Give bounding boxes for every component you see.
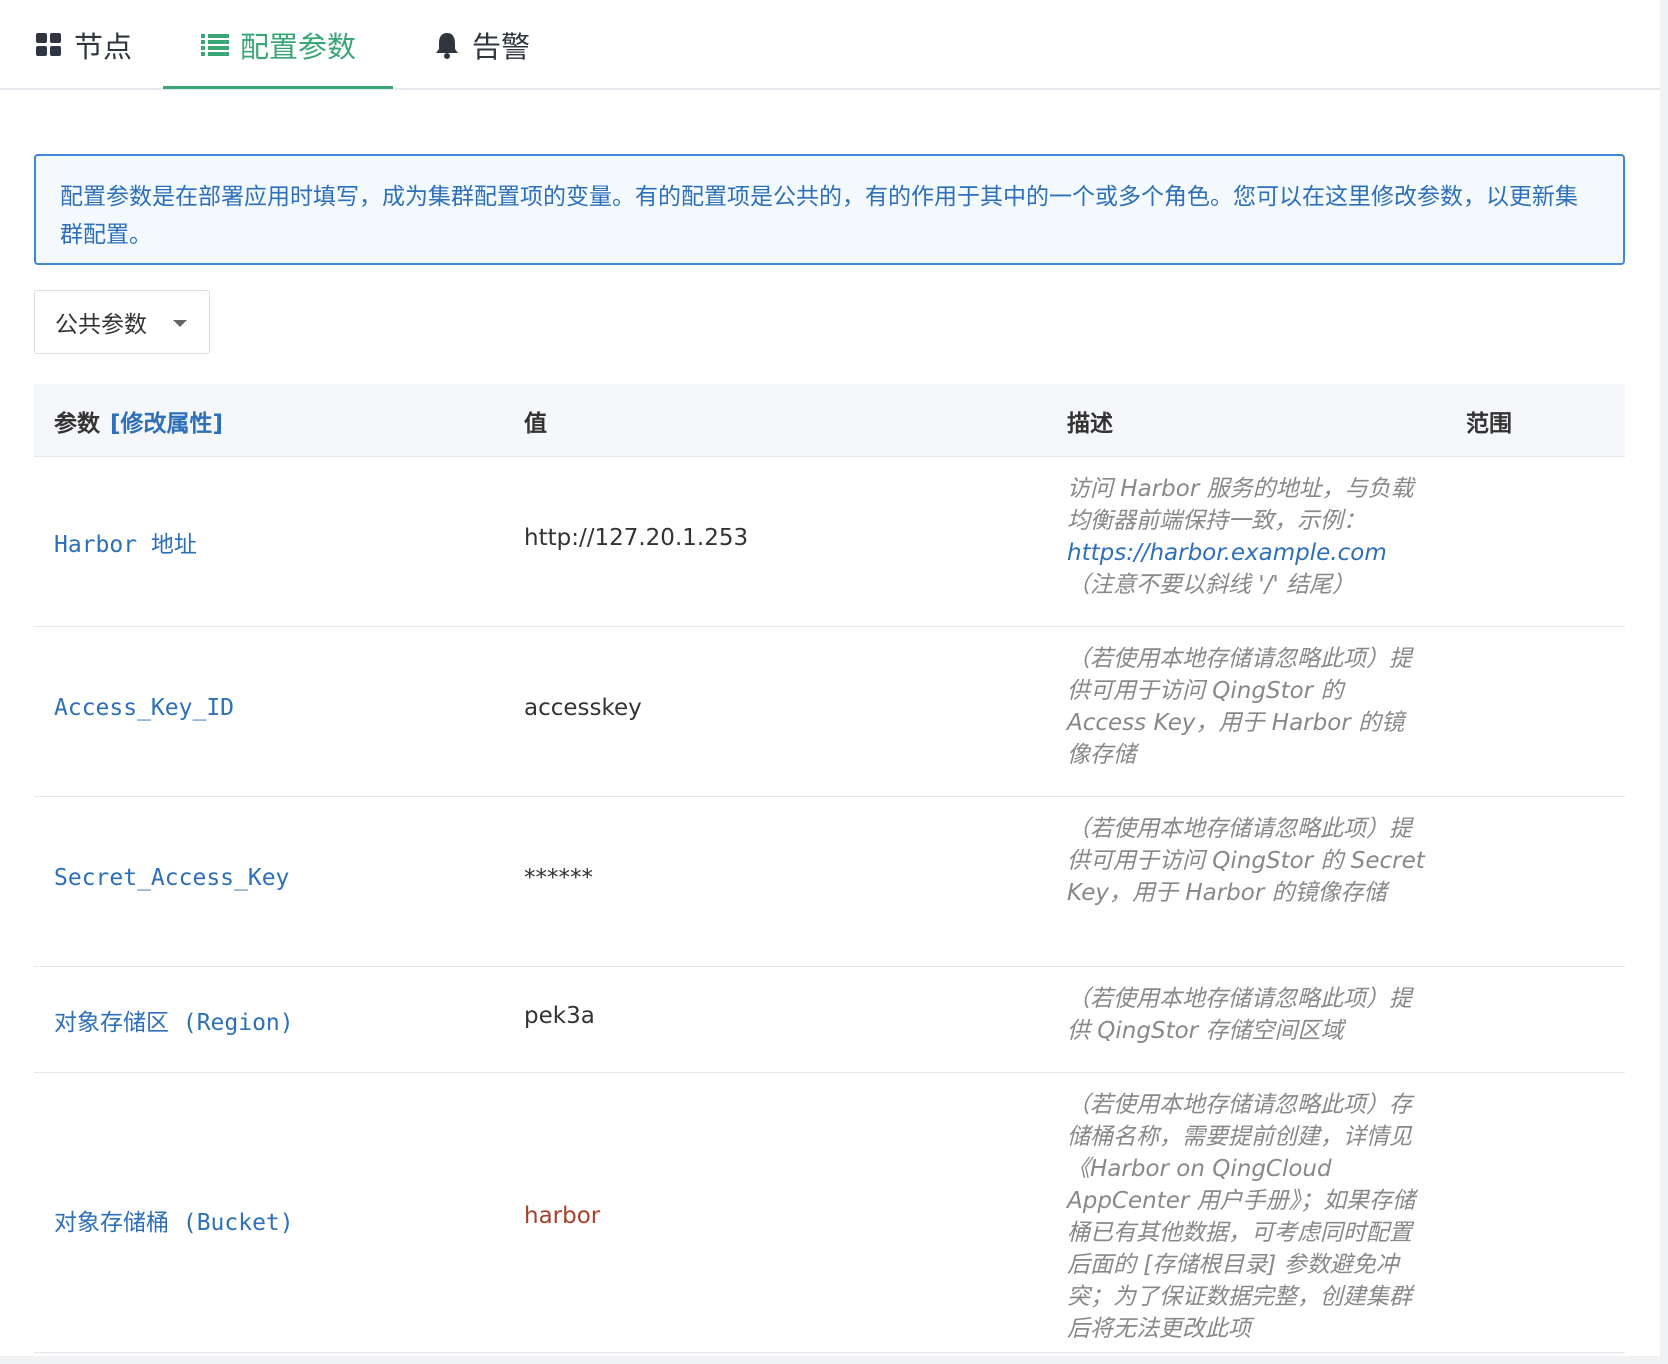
tab-bar: 节点 配置参数 告警 (0, 0, 1668, 90)
param-scope-select[interactable]: 公共参数 (34, 290, 210, 354)
param-value: ****** (524, 865, 593, 891)
bell-icon (432, 30, 462, 60)
param-value: harbor (524, 1203, 601, 1229)
header-param: 参数 [修改属性] (54, 384, 223, 457)
config-table: 参数 [修改属性] 值 描述 范围 Harbor 地址 http://127.2… (34, 384, 1625, 1353)
tab-alerts[interactable]: 告警 (432, 0, 530, 90)
tab-nodes-label: 节点 (74, 30, 133, 64)
info-banner: 配置参数是在部署应用时填写，成为集群配置项的变量。有的配置项是公共的，有的作用于… (34, 154, 1625, 265)
param-name[interactable]: Secret_Access_Key (54, 865, 289, 891)
tab-alerts-label: 告警 (472, 30, 531, 64)
list-icon (200, 30, 230, 60)
table-row: Harbor 地址 http://127.20.1.253 访问 Harbor … (34, 457, 1625, 627)
header-desc: 描述 (1067, 410, 1113, 437)
active-tab-indicator (163, 86, 393, 89)
param-value: pek3a (524, 1003, 595, 1029)
horizontal-scrollbar[interactable] (0, 1356, 1668, 1364)
modify-attributes-link[interactable]: [修改属性] (110, 404, 223, 438)
param-name[interactable]: 对象存储桶 (Bucket) (54, 1203, 294, 1237)
param-desc: （若使用本地存储请忽略此项）提供可用于访问 QingStor 的 Secret … (1067, 816, 1425, 906)
param-name[interactable]: 对象存储区 (Region) (54, 1003, 294, 1037)
param-desc: （若使用本地存储请忽略此项）存储桶名称，需要提前创建，详情见《Harbor on… (1067, 1092, 1416, 1342)
grid-icon (34, 30, 64, 60)
table-header: 参数 [修改属性] 值 描述 范围 (34, 384, 1625, 457)
param-desc: （若使用本地存储请忽略此项）提供可用于访问 QingStor 的 Access … (1067, 646, 1412, 768)
table-row: Access_Key_ID accesskey （若使用本地存储请忽略此项）提供… (34, 627, 1625, 797)
tab-config-params-label: 配置参数 (240, 30, 357, 64)
table-row: Secret_Access_Key ****** （若使用本地存储请忽略此项）提… (34, 797, 1625, 967)
param-name[interactable]: Harbor 地址 (54, 525, 197, 559)
caret-down-icon (173, 320, 187, 327)
param-desc: 访问 Harbor 服务的地址，与负载均衡器前端保持一致，示例：https://… (1067, 476, 1414, 598)
tab-nodes[interactable]: 节点 (34, 0, 132, 90)
param-value: http://127.20.1.253 (524, 525, 749, 551)
header-scope: 范围 (1466, 410, 1512, 437)
tab-config-params[interactable]: 配置参数 (200, 0, 356, 90)
table-row: 对象存储桶 (Bucket) harbor （若使用本地存储请忽略此项）存储桶名… (34, 1073, 1625, 1353)
table-row: 对象存储区 (Region) pek3a （若使用本地存储请忽略此项）提供 Qi… (34, 967, 1625, 1073)
param-value: accesskey (524, 695, 642, 721)
param-name[interactable]: Access_Key_ID (54, 695, 234, 721)
param-scope-select-value: 公共参数 (55, 312, 147, 338)
header-value: 值 (524, 410, 547, 437)
example-url-link[interactable]: https://harbor.example.com (1067, 540, 1387, 566)
vertical-scrollbar[interactable] (1660, 0, 1668, 1364)
param-desc: （若使用本地存储请忽略此项）提供 QingStor 存储空间区域 (1067, 986, 1412, 1044)
